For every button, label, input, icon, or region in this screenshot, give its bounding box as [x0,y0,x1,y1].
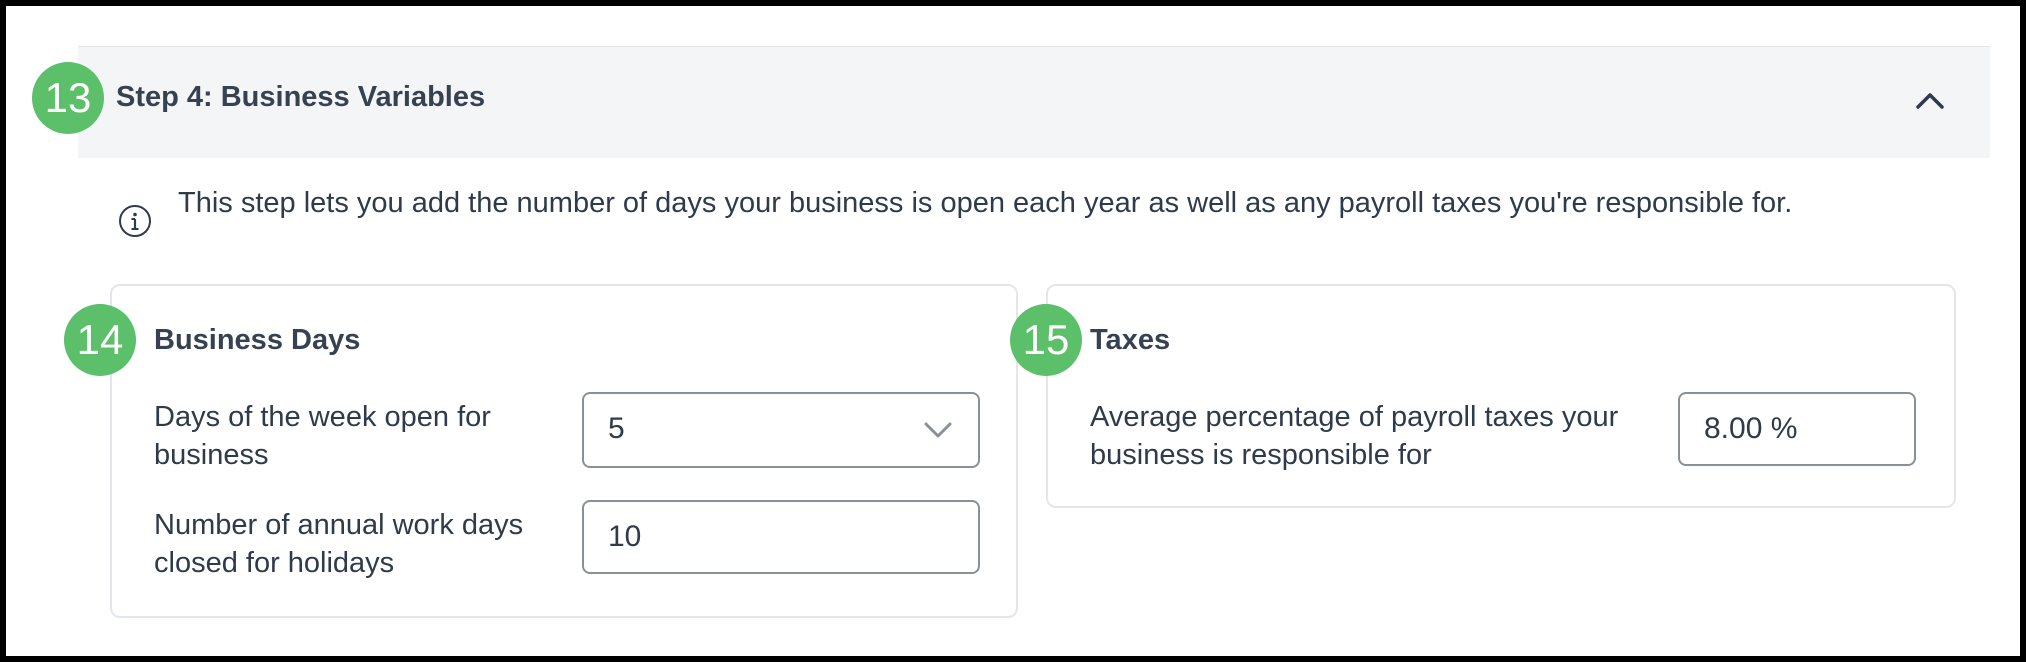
screenshot-frame: Step 4: Business Variables 13 This step … [0,0,2026,662]
step-number-badge: 13 [32,62,104,134]
payroll-taxes-label: Average percentage of payroll taxes your… [1090,401,1619,471]
business-days-title: Business Days [154,324,361,356]
business-days-badge: 14 [64,304,136,376]
days-open-value: 5 [608,412,625,445]
days-open-label: Days of the week open for business [154,401,491,471]
info-text: This step lets you add the number of day… [178,187,1793,219]
chevron-up-icon [1916,93,1944,109]
info-circle-icon [119,205,151,237]
taxes-badge: 15 [1010,304,1082,376]
payroll-taxes-input[interactable] [1678,392,1916,466]
chevron-down-icon [924,422,952,438]
step-title: Step 4: Business Variables [116,81,486,113]
step-header[interactable]: Step 4: Business Variables [78,46,1990,158]
days-open-select[interactable]: 5 [582,392,980,468]
holidays-label: Number of annual work days closed for ho… [154,509,524,579]
taxes-card: Taxes Average percentage of payroll taxe… [1046,284,1956,508]
holidays-input[interactable] [582,500,980,574]
collapse-button[interactable] [1906,77,1954,125]
taxes-title: Taxes [1090,324,1171,356]
business-days-card: Business Days Days of the week open for … [110,284,1018,618]
